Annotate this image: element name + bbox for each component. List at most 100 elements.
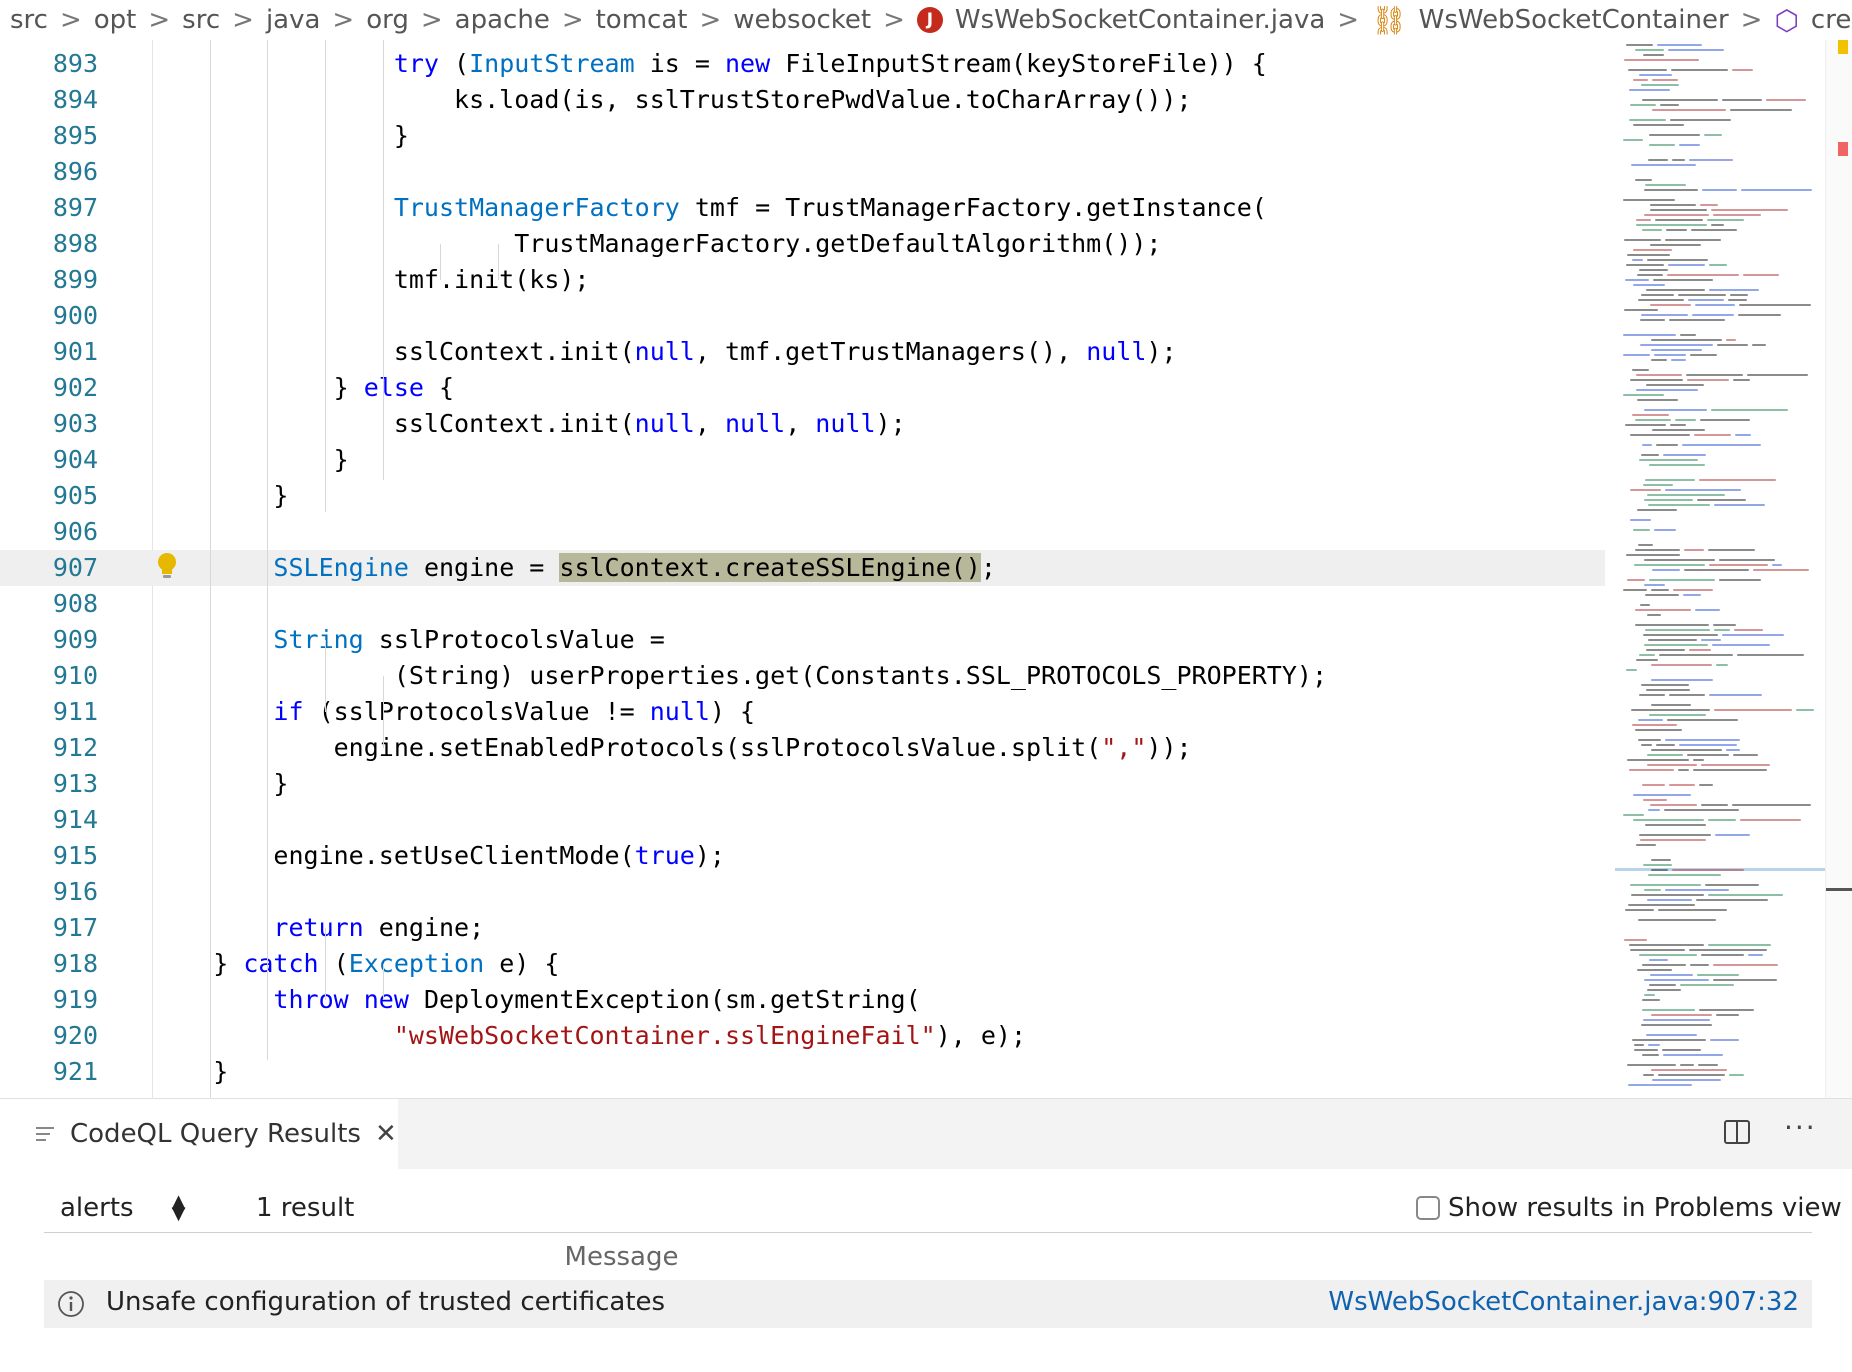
- minimap-line: [1647, 989, 1681, 991]
- breadcrumb-item[interactable]: apache: [455, 5, 550, 35]
- minimap-line: [1623, 814, 1644, 816]
- result-location-link[interactable]: WsWebSocketContainer.java:907:32: [1328, 1287, 1799, 1317]
- breadcrumb-item[interactable]: src: [10, 5, 48, 35]
- minimap-line: [1623, 139, 1643, 141]
- code-line[interactable]: 916: [0, 874, 1605, 910]
- breadcrumb-item[interactable]: org: [366, 5, 409, 35]
- result-set-select[interactable]: alerts ▲ ▼: [60, 1193, 185, 1224]
- minimap-line: [1678, 769, 1689, 771]
- minimap-line: [1650, 304, 1691, 306]
- minimap-line: [1624, 239, 1661, 241]
- minimap-line: [1633, 529, 1650, 531]
- code-editor[interactable]: 893 try (InputStream is = new FileInputS…: [0, 40, 1852, 1098]
- code-line[interactable]: 897 TrustManagerFactory tmf = TrustManag…: [0, 190, 1605, 226]
- minimap-line: [1733, 754, 1758, 756]
- minimap-line: [1651, 349, 1702, 351]
- minimap-line: [1642, 1054, 1659, 1056]
- split-editor-icon[interactable]: [1722, 1117, 1752, 1147]
- code-line[interactable]: 914: [0, 802, 1605, 838]
- code-line[interactable]: 901 sslContext.init(null, tmf.getTrustMa…: [0, 334, 1605, 370]
- breadcrumb-item[interactable]: websocket: [733, 5, 871, 35]
- code-line[interactable]: 907 SSLEngine engine = sslContext.create…: [0, 550, 1605, 586]
- code-line[interactable]: 911 if (sslProtocolsValue != null) {: [0, 694, 1605, 730]
- code-line[interactable]: 902 } else {: [0, 370, 1605, 406]
- line-number: 920: [52, 1021, 98, 1050]
- breadcrumb-item[interactable]: tomcat: [596, 5, 688, 35]
- code-line[interactable]: 893 try (InputStream is = new FileInputS…: [0, 46, 1605, 82]
- more-actions-icon[interactable]: ···: [1784, 1111, 1817, 1144]
- code-line[interactable]: 900: [0, 298, 1605, 334]
- minimap-line: [1737, 654, 1804, 656]
- minimap-line: [1702, 189, 1737, 191]
- minimap[interactable]: [1605, 40, 1825, 1098]
- show-in-problems-checkbox[interactable]: [1416, 1196, 1440, 1220]
- code-line[interactable]: 899 tmf.init(ks);: [0, 262, 1605, 298]
- code-line[interactable]: 895 }: [0, 118, 1605, 154]
- minimap-line: [1735, 434, 1751, 436]
- minimap-line: [1696, 899, 1768, 901]
- code-line[interactable]: 898 TrustManagerFactory.getDefaultAlgori…: [0, 226, 1605, 262]
- close-icon[interactable]: ✕: [375, 1119, 397, 1149]
- minimap-line: [1642, 784, 1665, 786]
- minimap-line: [1711, 409, 1788, 411]
- minimap-line: [1680, 984, 1734, 986]
- code-line[interactable]: 910 (String) userProperties.get(Constant…: [0, 658, 1605, 694]
- breadcrumb-method[interactable]: ⬡createSSLEngine(Ma: [1774, 4, 1852, 37]
- code-line[interactable]: 896: [0, 154, 1605, 190]
- minimap-line: [1665, 889, 1729, 891]
- code-line[interactable]: 912 engine.setEnabledProtocols(sslProtoc…: [0, 730, 1605, 766]
- code-line[interactable]: 917 return engine;: [0, 910, 1605, 946]
- tab-codeql-query-results[interactable]: CodeQL Query Results ✕: [0, 1099, 398, 1169]
- indent-guide: [210, 40, 211, 1098]
- minimap-line: [1641, 744, 1652, 746]
- minimap-line: [1624, 309, 1658, 311]
- code-text: }: [153, 121, 409, 150]
- panel-tabbar: CodeQL Query Results ✕ ···: [0, 1099, 1852, 1169]
- minimap-line: [1741, 189, 1812, 191]
- breadcrumb-class[interactable]: ⛓ WsWebSocketContainer: [1371, 4, 1729, 37]
- method-icon: ⬡: [1774, 3, 1799, 37]
- table-row[interactable]: Unsafe configuration of trusted certific…: [44, 1280, 1812, 1328]
- show-in-problems-toggle[interactable]: Show results in Problems view: [1416, 1193, 1842, 1223]
- code-line[interactable]: 905 }: [0, 478, 1605, 514]
- code-line[interactable]: 920 "wsWebSocketContainer.sslEngineFail"…: [0, 1018, 1605, 1054]
- code-line[interactable]: 894 ks.load(is, sslTrustStorePwdValue.to…: [0, 82, 1605, 118]
- minimap-line: [1695, 304, 1735, 306]
- column-header-message[interactable]: Message: [44, 1242, 1199, 1272]
- breadcrumb-file[interactable]: J WsWebSocketContainer.java: [916, 5, 1325, 35]
- code-line[interactable]: 909 String sslProtocolsValue =: [0, 622, 1605, 658]
- minimap-line: [1666, 229, 1687, 231]
- minimap-line: [1638, 719, 1663, 721]
- result-set-value: alerts: [60, 1193, 134, 1223]
- code-line[interactable]: 903 sslContext.init(null, null, null);: [0, 406, 1605, 442]
- line-number: 914: [52, 805, 98, 834]
- code-line[interactable]: 906: [0, 514, 1605, 550]
- minimap-line: [1688, 299, 1724, 301]
- code-line[interactable]: 921 }: [0, 1054, 1605, 1090]
- minimap-line: [1641, 684, 1689, 686]
- breadcrumb-item[interactable]: opt: [94, 5, 137, 35]
- code-line[interactable]: 904 }: [0, 442, 1605, 478]
- minimap-line: [1635, 49, 1664, 51]
- minimap-line: [1687, 379, 1729, 381]
- breadcrumb-separator: >: [561, 5, 584, 35]
- breadcrumb-item[interactable]: java: [266, 5, 320, 35]
- minimap-line: [1713, 964, 1778, 966]
- code-line[interactable]: 908: [0, 586, 1605, 622]
- minimap-line: [1646, 289, 1705, 291]
- minimap-line: [1654, 354, 1686, 356]
- code-line[interactable]: 918 } catch (Exception e) {: [0, 946, 1605, 982]
- line-number: 911: [52, 697, 98, 726]
- minimap-line: [1651, 359, 1667, 361]
- code-line[interactable]: 915 engine.setUseClientMode(true);: [0, 838, 1605, 874]
- minimap-line: [1643, 54, 1664, 56]
- minimap-line: [1636, 374, 1682, 376]
- code-line[interactable]: 913 }: [0, 766, 1605, 802]
- lightbulb-icon[interactable]: [156, 552, 178, 580]
- minimap-line: [1671, 69, 1728, 71]
- vertical-scrollbar[interactable]: [1825, 40, 1852, 1098]
- code-line[interactable]: 919 throw new DeploymentException(sm.get…: [0, 982, 1605, 1018]
- breadcrumb-item[interactable]: src: [182, 5, 220, 35]
- line-number: 895: [52, 121, 98, 150]
- minimap-line: [1636, 224, 1707, 226]
